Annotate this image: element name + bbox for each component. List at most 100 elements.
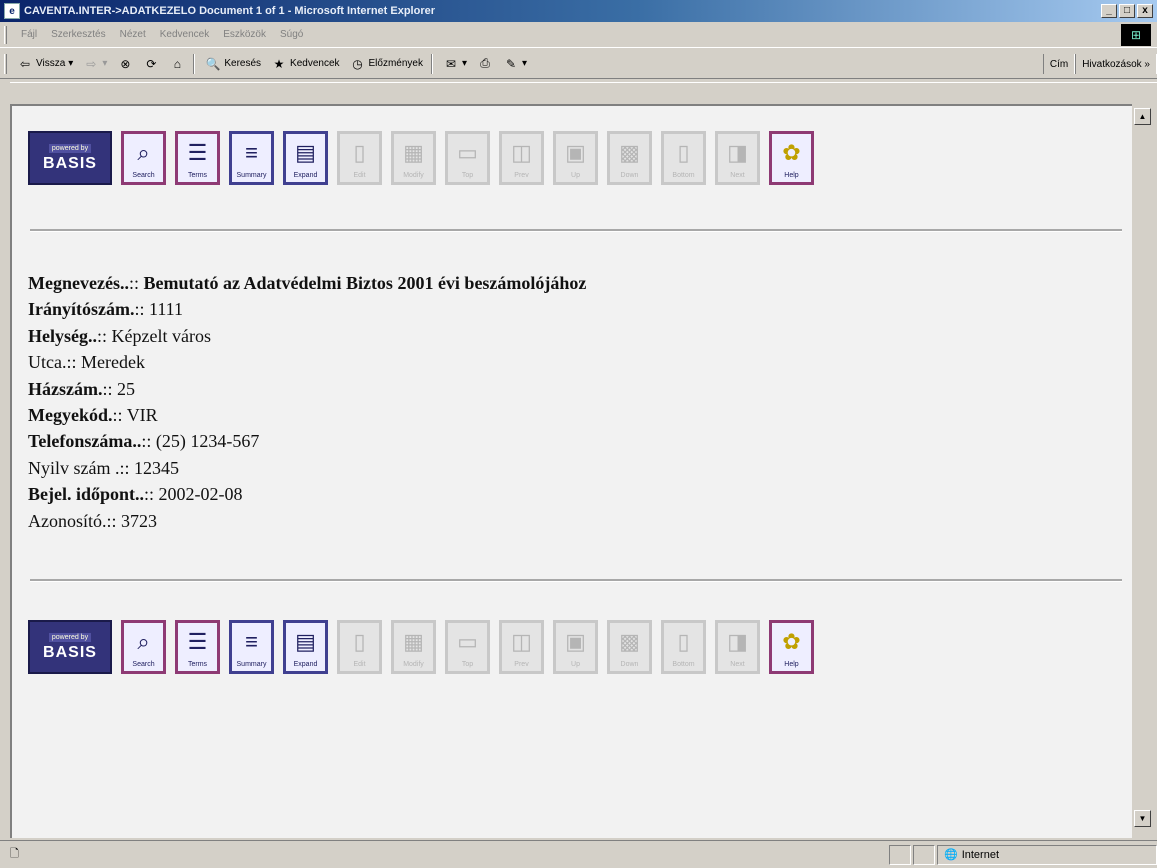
history-button[interactable]: ◷ Előzmények (350, 56, 423, 72)
record-field-row: Telefonszáma..:: (25) 1234-567 (28, 428, 586, 454)
field-value: 12345 (134, 457, 180, 478)
stop-button[interactable]: ⊗ (117, 56, 133, 72)
prev-icon: ◫ (511, 140, 532, 165)
menu-grip[interactable] (4, 25, 7, 44)
prev-icon: ◫ (511, 629, 532, 654)
top-icon: ▭ (457, 140, 478, 165)
bottom-icon: ▯ (677, 629, 690, 654)
field-separator: :: (141, 431, 156, 452)
back-label: Vissza (36, 58, 66, 69)
menu-view[interactable]: Nézet (120, 29, 146, 40)
top-modify-button: ▦ Modify (391, 131, 436, 185)
next-icon: ◨ (727, 140, 748, 165)
bottom-edit-button: ▯ Edit (337, 620, 382, 674)
top-summary-button[interactable]: ≡ Summary (229, 131, 274, 185)
top-search-button[interactable]: ⌕ Search (121, 131, 166, 185)
links-label[interactable]: Hivatkozások » (1075, 54, 1157, 74)
window-controls: _ □ x (1101, 4, 1153, 18)
basis-logo[interactable]: powered by BASIS (28, 131, 112, 185)
maximize-button[interactable]: □ (1119, 4, 1135, 18)
tool-label: Terms (187, 661, 208, 668)
printer-icon: ⎙ (480, 56, 490, 70)
back-dropdown-icon[interactable]: ▾ (68, 58, 73, 69)
scroll-down-button[interactable]: ▼ (1134, 810, 1151, 827)
field-value: 25 (117, 378, 135, 399)
back-arrow-icon: ⇦ (19, 56, 31, 71)
edit-page-icon: ✎ (505, 56, 517, 71)
basis-logo[interactable]: powered by BASIS (28, 620, 112, 674)
record-field-row: Azonosító.:: 3723 (28, 508, 586, 534)
terms-icon: ☰ (187, 140, 208, 165)
field-separator: :: (66, 352, 81, 373)
field-label: Nyilv szám . (28, 457, 120, 478)
tool-label: Modify (403, 661, 424, 668)
top-edit-button: ▯ Edit (337, 131, 382, 185)
print-button[interactable]: ⎙ (477, 56, 493, 72)
tool-label: Next (730, 172, 745, 179)
top-help-button[interactable]: ✿ Help (769, 131, 814, 185)
tool-label: Prev (514, 172, 529, 179)
minimize-button[interactable]: _ (1101, 4, 1117, 18)
bottom-help-button[interactable]: ✿ Help (769, 620, 814, 674)
search-button[interactable]: 🔍 Keresés (205, 56, 261, 72)
menu-help[interactable]: Súgó (280, 29, 303, 40)
tool-label: Edit (353, 661, 366, 668)
top-icon: ▭ (457, 629, 478, 654)
field-label: Házszám. (28, 378, 103, 399)
menu-favorites[interactable]: Kedvencek (160, 29, 209, 40)
home-button[interactable]: ⌂ (169, 56, 185, 72)
edit-icon: ▯ (353, 140, 366, 165)
field-value: 1111 (149, 299, 184, 320)
edit-dropdown-icon[interactable]: ▾ (522, 58, 527, 69)
mail-dropdown-icon[interactable]: ▾ (462, 58, 467, 69)
field-separator: :: (106, 510, 122, 531)
toolbar-separator (430, 53, 433, 74)
bottom-next-button: ◨ Next (715, 620, 760, 674)
bottom-expand-button[interactable]: ▤ Expand (283, 620, 328, 674)
favorites-button[interactable]: ★ Kedvencek (271, 56, 340, 72)
bottom-bottom-button: ▯ Bottom (661, 620, 706, 674)
field-value: Bemutató az Adatvédelmi Biztos 2001 évi … (143, 273, 587, 293)
forward-button[interactable]: ⇨ ▾ (83, 56, 107, 72)
status-panes: 🌐 Internet (887, 844, 1157, 865)
mail-button[interactable]: ✉ ▾ (443, 56, 467, 72)
favorites-folder-icon: ★ (273, 56, 285, 71)
bottom-terms-button[interactable]: ☰ Terms (175, 620, 220, 674)
title-bar: e CAVENTA.INTER->ADATKEZELO Document 1 o… (0, 0, 1157, 22)
record-field-row: Nyilv szám .:: 12345 (28, 455, 586, 481)
menu-file[interactable]: Fájl (21, 29, 37, 40)
refresh-button[interactable]: ⟳ (143, 56, 159, 72)
field-value: 2002-02-08 (158, 484, 243, 505)
menu-edit[interactable]: Szerkesztés (51, 29, 105, 40)
tool-label: Expand (293, 661, 318, 668)
bottom-search-button[interactable]: ⌕ Search (121, 620, 166, 674)
edit-button[interactable]: ✎ ▾ (503, 56, 527, 72)
separator-line-bottom (30, 579, 1122, 582)
tool-label: Expand (293, 172, 318, 179)
down-icon: ▩ (619, 629, 640, 654)
tool-label: Next (730, 661, 745, 668)
bottom-summary-button[interactable]: ≡ Summary (229, 620, 274, 674)
top-down-button: ▩ Down (607, 131, 652, 185)
help-icon: ✿ (782, 140, 801, 165)
modify-icon: ▦ (403, 629, 424, 654)
record-field-row: Utca.:: Meredek (28, 349, 586, 375)
top-terms-button[interactable]: ☰ Terms (175, 131, 220, 185)
forward-dropdown-icon[interactable]: ▾ (102, 58, 107, 69)
menu-tools[interactable]: Eszközök (223, 29, 266, 40)
tool-label: Help (784, 661, 799, 668)
edit-icon: ▯ (353, 629, 366, 654)
tool-label: Help (784, 172, 799, 179)
scroll-up-button[interactable]: ▲ (1134, 108, 1151, 125)
internet-globe-icon: 🌐 (944, 849, 958, 861)
tool-label: Top (461, 661, 474, 668)
close-button[interactable]: x (1137, 4, 1153, 18)
top-expand-button[interactable]: ▤ Expand (283, 131, 328, 185)
back-button[interactable]: ⇦ Vissza ▾ (17, 56, 73, 72)
record-fields: Megnevezés..:: Bemutató az Adatvédelmi B… (28, 270, 586, 534)
toolbar-grip[interactable] (4, 53, 7, 74)
terms-icon: ☰ (187, 629, 208, 654)
up-icon: ▣ (565, 629, 586, 654)
address-label[interactable]: Cím (1042, 54, 1076, 74)
record-field-row: Megyekód.:: VIR (28, 402, 586, 428)
